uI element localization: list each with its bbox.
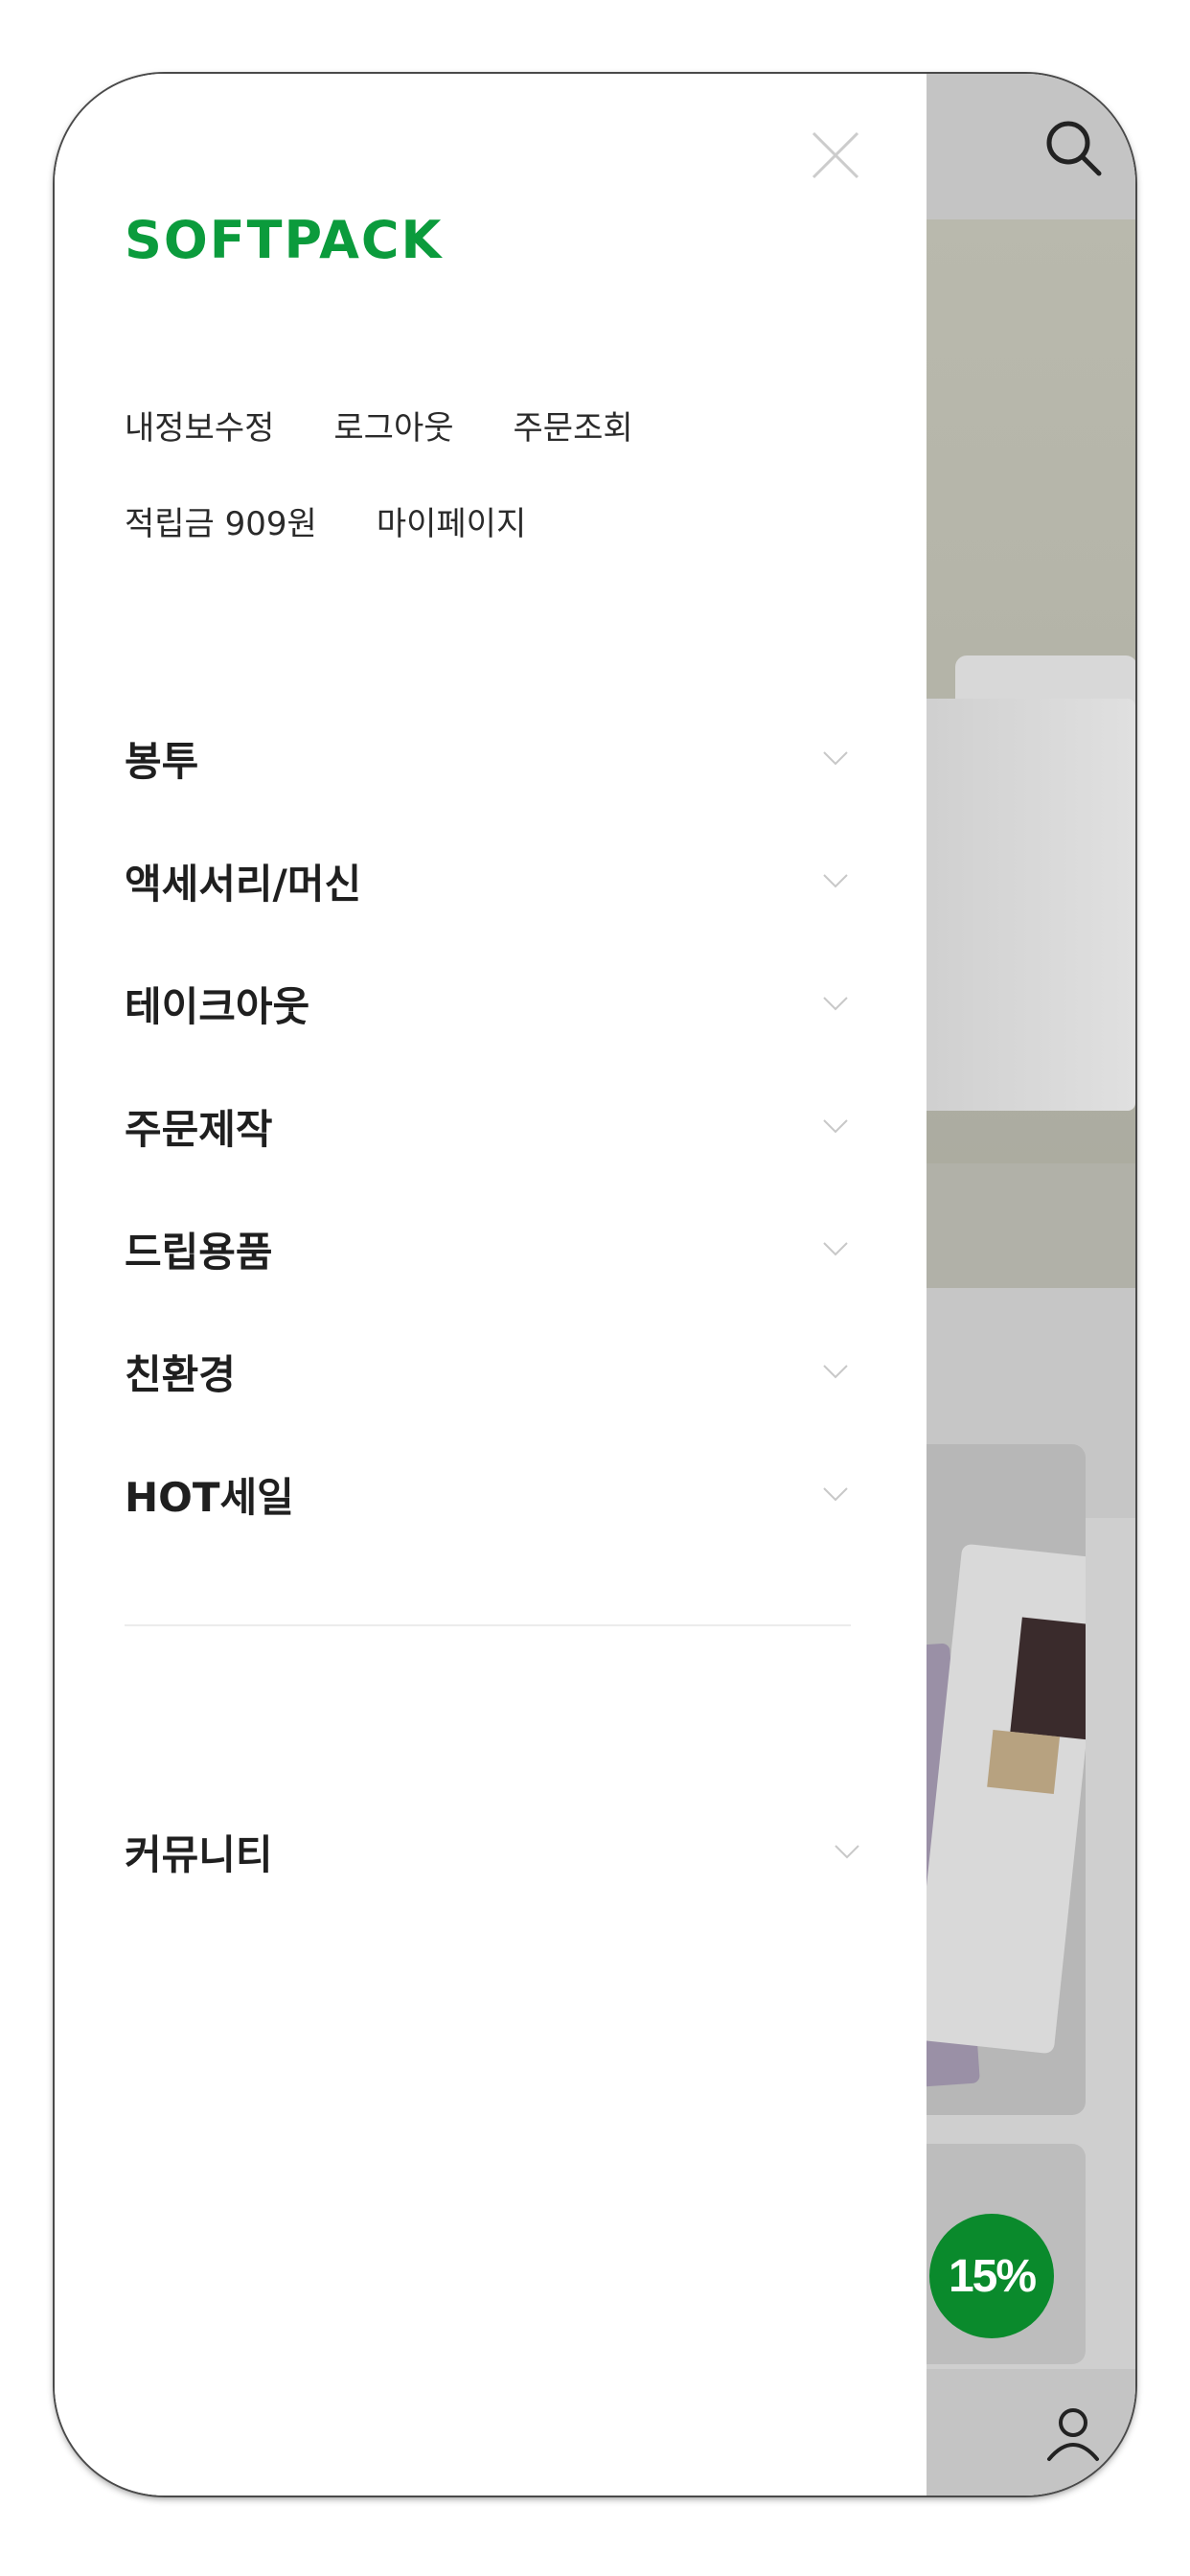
close-icon[interactable] bbox=[802, 122, 869, 189]
account-links-2: 적립금 909원 마이페이지 bbox=[125, 497, 585, 544]
menu-item-label: HOT세일 bbox=[125, 1473, 294, 1521]
side-drawer: SOFTPACK 내정보수정 로그아웃 주문조회 적립금 909원 마이페이지 봉투 … bbox=[55, 74, 927, 2496]
chevron-down-icon[interactable] bbox=[822, 1358, 849, 1385]
menu-item-label: 테이크아웃 bbox=[125, 982, 310, 1030]
chevron-down-icon[interactable] bbox=[822, 745, 849, 771]
discount-badge: 15% bbox=[929, 2214, 1054, 2338]
menu-item-label: 주문제작 bbox=[125, 1105, 273, 1153]
menu-item-label: 커뮤니티 bbox=[125, 1830, 273, 1878]
menu-item-eco[interactable]: 친환경 bbox=[125, 1310, 872, 1433]
hero-image bbox=[898, 219, 1135, 1288]
menu-item-custom-order[interactable]: 주문제작 bbox=[125, 1065, 872, 1187]
divider bbox=[125, 1624, 851, 1626]
menu-item-label: 친환경 bbox=[125, 1350, 236, 1398]
chevron-down-icon[interactable] bbox=[834, 1838, 860, 1865]
menu-item-label: 드립용품 bbox=[125, 1228, 273, 1276]
order-lookup-link[interactable]: 주문조회 bbox=[514, 409, 633, 448]
chevron-down-icon[interactable] bbox=[822, 867, 849, 894]
menu-item-accessories[interactable]: 액세서리/머신 bbox=[125, 819, 872, 942]
menu-item-community[interactable]: 커뮤니티 bbox=[125, 1813, 883, 1890]
search-icon[interactable] bbox=[1040, 114, 1107, 181]
user-icon[interactable] bbox=[1040, 2400, 1107, 2467]
mypage-link[interactable]: 마이페이지 bbox=[377, 505, 526, 543]
menu-item-bags[interactable]: 봉투 bbox=[125, 697, 872, 819]
chevron-down-icon[interactable] bbox=[822, 990, 849, 1017]
brand-logo[interactable]: SOFTPACK bbox=[125, 210, 443, 270]
chevron-down-icon[interactable] bbox=[822, 1113, 849, 1139]
chevron-down-icon[interactable] bbox=[822, 1481, 849, 1507]
account-links: 내정보수정 로그아웃 주문조회 bbox=[125, 402, 693, 448]
menu-item-label: 액세서리/머신 bbox=[125, 860, 362, 908]
category-menu: 봉투 액세서리/머신 테이크아웃 주문제작 드립용품 친환경 HOT세일 bbox=[125, 697, 872, 1555]
logout-link[interactable]: 로그아웃 bbox=[333, 409, 453, 448]
phone-screen: 15% SOFTPACK 내정보수정 로그아웃 주문조회 적립금 909원 마이페이지… bbox=[55, 74, 1135, 2496]
edit-profile-link[interactable]: 내정보수정 bbox=[125, 409, 274, 448]
menu-item-hot-sale[interactable]: HOT세일 bbox=[125, 1433, 872, 1555]
points-link[interactable]: 적립금 909원 bbox=[125, 505, 317, 543]
menu-item-takeout[interactable]: 테이크아웃 bbox=[125, 942, 872, 1065]
menu-item-drip[interactable]: 드립용품 bbox=[125, 1187, 872, 1310]
menu-item-label: 봉투 bbox=[125, 737, 199, 785]
chevron-down-icon[interactable] bbox=[822, 1235, 849, 1262]
